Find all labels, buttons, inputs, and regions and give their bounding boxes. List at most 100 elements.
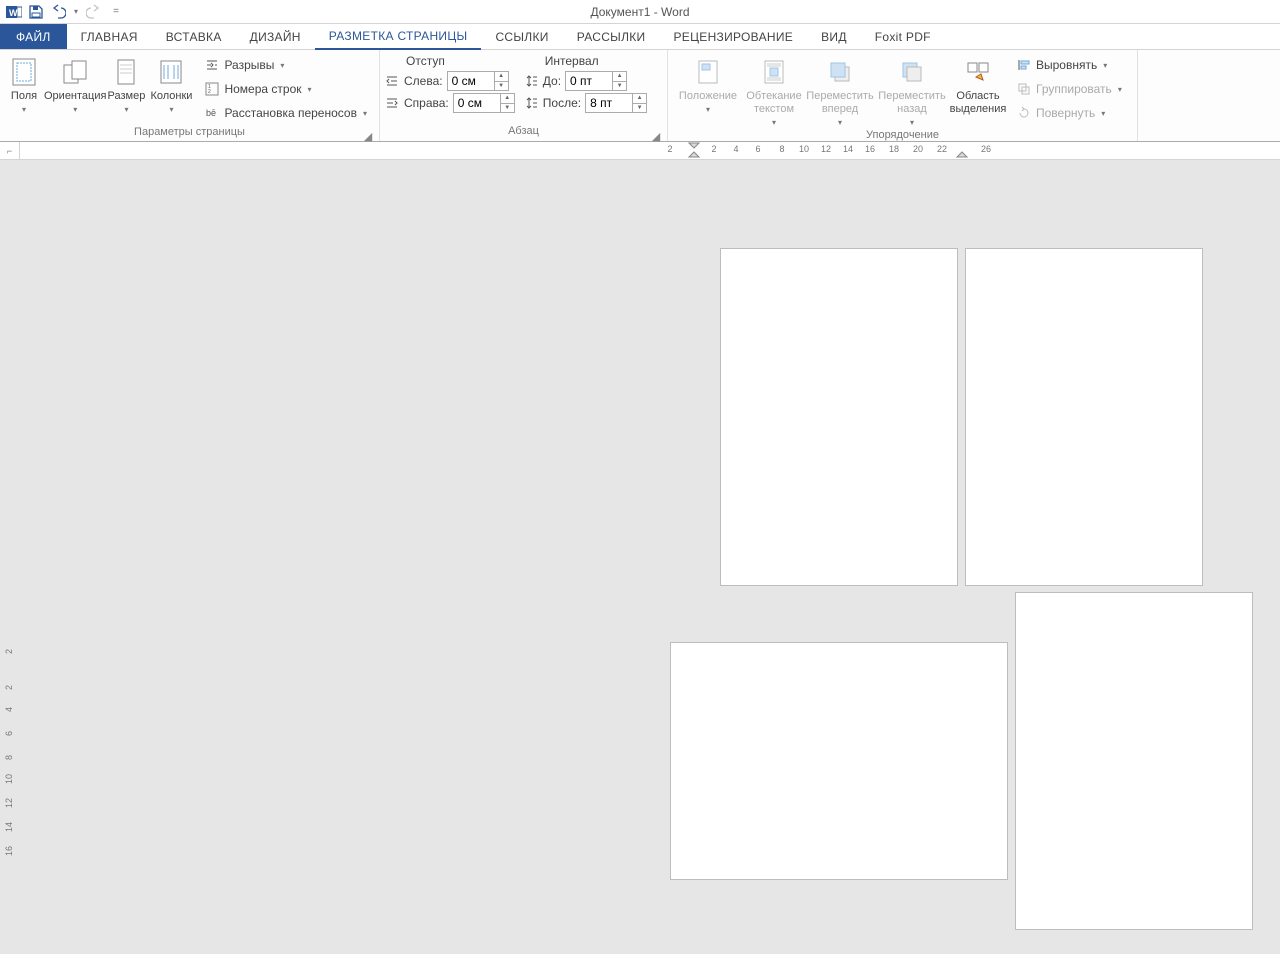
tab-references[interactable]: ССЫЛКИ bbox=[481, 24, 562, 49]
margins-button[interactable]: Поля ▾ bbox=[4, 52, 44, 116]
horizontal-ruler[interactable]: ⌐ 224681012141618202226 bbox=[0, 142, 1280, 160]
spin-down-icon[interactable]: ▼ bbox=[633, 104, 646, 113]
indent-right-input[interactable] bbox=[454, 94, 500, 112]
line-numbers-label: Номера строк bbox=[224, 82, 301, 96]
tab-file[interactable]: ФАЙЛ bbox=[0, 24, 67, 49]
spacing-after-spinner[interactable]: ▲▼ bbox=[585, 93, 647, 113]
ruler-tick-label: 12 bbox=[4, 798, 14, 808]
align-button[interactable]: Выровнять ▾ bbox=[1012, 54, 1126, 76]
spin-down-icon[interactable]: ▼ bbox=[613, 82, 626, 91]
chevron-down-icon: ▾ bbox=[838, 116, 842, 129]
send-backward-button[interactable]: Переместить назад ▾ bbox=[876, 52, 948, 129]
wrap-text-button[interactable]: Обтекание текстом ▾ bbox=[744, 52, 804, 129]
page-thumbnail[interactable] bbox=[1015, 592, 1253, 930]
spin-down-icon[interactable]: ▼ bbox=[501, 104, 514, 113]
line-numbers-button[interactable]: 12 Номера строк ▾ bbox=[200, 78, 371, 100]
page-setup-launcher-icon[interactable]: ◢ bbox=[363, 130, 373, 140]
spacing-before-input[interactable] bbox=[566, 72, 612, 90]
rotate-button[interactable]: Повернуть ▾ bbox=[1012, 102, 1126, 124]
document-canvas[interactable]: 2246810121416 bbox=[0, 160, 1280, 954]
spin-up-icon[interactable]: ▲ bbox=[495, 72, 508, 82]
selection-pane-icon bbox=[962, 56, 994, 88]
orientation-button[interactable]: Ориентация ▾ bbox=[44, 52, 106, 116]
orientation-icon bbox=[59, 56, 91, 88]
indent-right-icon bbox=[384, 95, 400, 111]
indent-marker-icon[interactable] bbox=[688, 142, 700, 158]
bring-forward-label: Переместить вперед bbox=[804, 90, 876, 116]
ruler-tick-label: 2 bbox=[4, 649, 14, 654]
ruler-tick-label: 16 bbox=[4, 846, 14, 856]
spacing-after-input[interactable] bbox=[586, 94, 632, 112]
chevron-down-icon: ▾ bbox=[706, 103, 710, 116]
ruler-tick-label: 16 bbox=[865, 144, 875, 154]
tab-design[interactable]: ДИЗАЙН bbox=[236, 24, 315, 49]
page-thumbnail[interactable] bbox=[720, 248, 958, 586]
quick-access-toolbar: W ▾ = bbox=[0, 4, 124, 20]
word-app-icon: W bbox=[6, 4, 22, 20]
tab-page-layout[interactable]: РАЗМЕТКА СТРАНИЦЫ bbox=[315, 24, 482, 50]
selection-pane-button[interactable]: Область выделения bbox=[948, 52, 1008, 116]
redo-icon[interactable] bbox=[86, 4, 102, 20]
spin-down-icon[interactable]: ▼ bbox=[495, 82, 508, 91]
svg-text:2: 2 bbox=[208, 89, 211, 95]
ribbon-tabs: ФАЙЛ ГЛАВНАЯ ВСТАВКА ДИЗАЙН РАЗМЕТКА СТР… bbox=[0, 24, 1280, 50]
hyphenation-button[interactable]: bē Расстановка переносов ▾ bbox=[200, 102, 371, 124]
group-page-setup-label: Параметры страницы bbox=[134, 126, 245, 138]
save-icon[interactable] bbox=[28, 4, 44, 20]
vertical-ruler[interactable]: 2246810121416 bbox=[2, 160, 18, 954]
svg-text:bē: bē bbox=[206, 108, 216, 118]
indent-right-label: Справа: bbox=[404, 96, 449, 110]
group-arrange-label: Упорядочение bbox=[866, 129, 939, 141]
ruler-tick-label: 20 bbox=[913, 144, 923, 154]
indent-left-spinner[interactable]: ▲▼ bbox=[447, 71, 509, 91]
right-indent-marker-icon[interactable] bbox=[956, 148, 968, 158]
qat-customize-icon[interactable]: = bbox=[108, 4, 124, 20]
page-thumbnail[interactable] bbox=[965, 248, 1203, 586]
spacing-before-icon bbox=[523, 73, 539, 89]
size-button[interactable]: Размер ▾ bbox=[106, 52, 146, 116]
align-label: Выровнять bbox=[1036, 58, 1097, 72]
spin-up-icon[interactable]: ▲ bbox=[633, 94, 646, 104]
ruler-tick-label: 14 bbox=[843, 144, 853, 154]
indent-header: Отступ bbox=[384, 52, 515, 70]
size-icon bbox=[110, 56, 142, 88]
spacing-after-label: После: bbox=[543, 96, 581, 110]
ruler-tick-label: 22 bbox=[937, 144, 947, 154]
columns-button[interactable]: Колонки ▾ bbox=[146, 52, 196, 116]
breaks-icon bbox=[204, 57, 220, 73]
title-bar: W ▾ = Документ1 - Word bbox=[0, 0, 1280, 24]
spin-up-icon[interactable]: ▲ bbox=[501, 94, 514, 104]
ruler-corner-icon[interactable]: ⌐ bbox=[0, 142, 20, 160]
indent-right-spinner[interactable]: ▲▼ bbox=[453, 93, 515, 113]
ruler-tick-label: 12 bbox=[821, 144, 831, 154]
ruler-tick-label: 6 bbox=[755, 144, 760, 154]
spin-up-icon[interactable]: ▲ bbox=[613, 72, 626, 82]
wrap-text-label: Обтекание текстом bbox=[744, 90, 804, 116]
chevron-down-icon: ▾ bbox=[1101, 109, 1105, 118]
paragraph-launcher-icon[interactable]: ◢ bbox=[651, 130, 661, 140]
tab-mailings[interactable]: РАССЫЛКИ bbox=[563, 24, 660, 49]
ruler-tick-label: 10 bbox=[4, 774, 14, 784]
tab-view[interactable]: ВИД bbox=[807, 24, 861, 49]
bring-forward-button[interactable]: Переместить вперед ▾ bbox=[804, 52, 876, 129]
tab-insert[interactable]: ВСТАВКА bbox=[152, 24, 236, 49]
spacing-before-spinner[interactable]: ▲▼ bbox=[565, 71, 627, 91]
margins-icon bbox=[8, 56, 40, 88]
tab-foxit-pdf[interactable]: Foxit PDF bbox=[861, 24, 945, 49]
undo-dropdown-icon[interactable]: ▾ bbox=[72, 4, 80, 20]
spacing-header: Интервал bbox=[523, 52, 647, 70]
align-icon bbox=[1016, 57, 1032, 73]
chevron-down-icon: ▾ bbox=[280, 61, 284, 70]
ruler-tick-label: 4 bbox=[4, 707, 14, 712]
tab-home[interactable]: ГЛАВНАЯ bbox=[67, 24, 152, 49]
undo-icon[interactable] bbox=[50, 4, 66, 20]
svg-text:W: W bbox=[9, 8, 18, 18]
indent-left-input[interactable] bbox=[448, 72, 494, 90]
breaks-button[interactable]: Разрывы ▾ bbox=[200, 54, 371, 76]
chevron-down-icon: ▾ bbox=[22, 103, 26, 116]
position-button[interactable]: Положение ▾ bbox=[672, 52, 744, 116]
page-thumbnail[interactable] bbox=[670, 642, 1008, 880]
chevron-down-icon: ▾ bbox=[1103, 61, 1107, 70]
group-button[interactable]: Группировать ▾ bbox=[1012, 78, 1126, 100]
tab-review[interactable]: РЕЦЕНЗИРОВАНИЕ bbox=[659, 24, 807, 49]
